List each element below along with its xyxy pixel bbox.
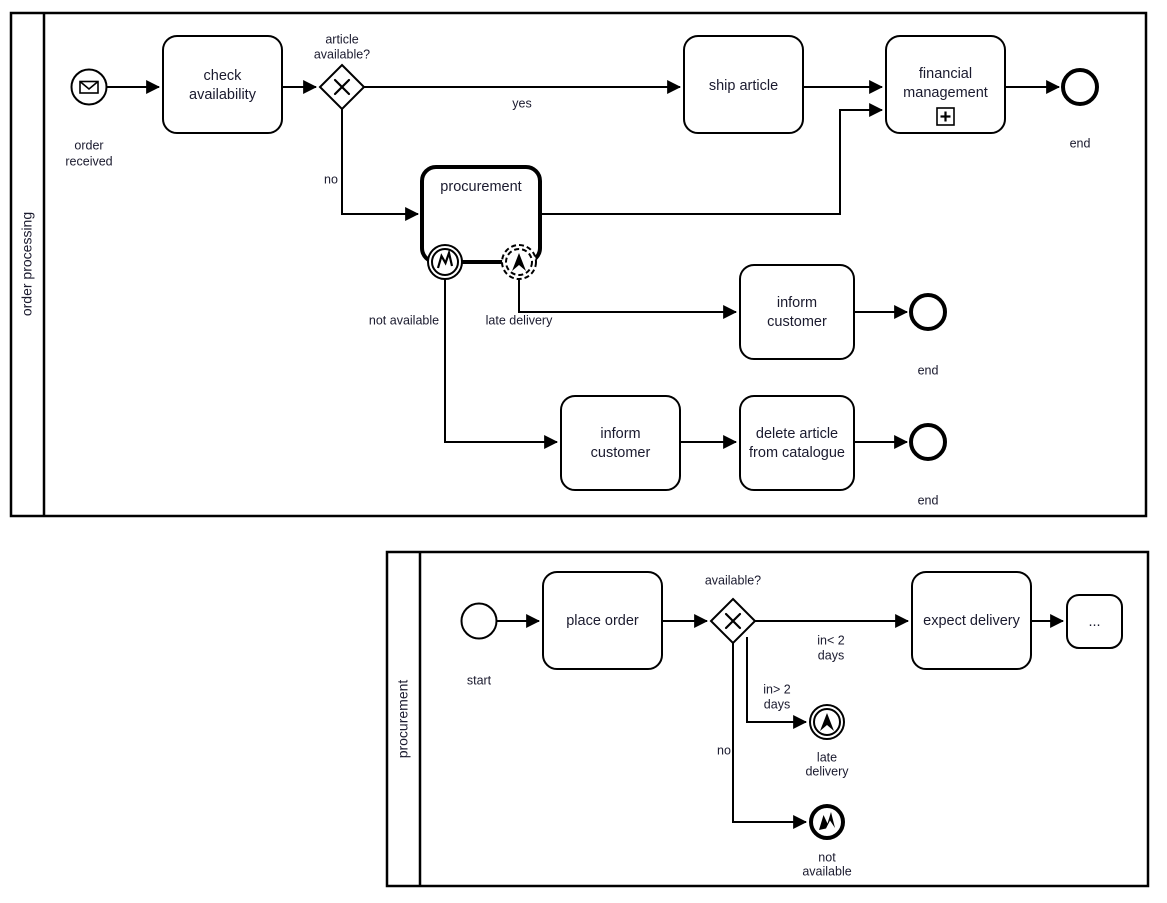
task-inform-late-label-line2: customer: [767, 314, 827, 330]
task-delete-article[interactable]: delete article from catalogue: [739, 395, 855, 491]
task-delete-article-rect: [739, 395, 855, 491]
task-delete-label-line1: delete article: [756, 426, 838, 442]
flow-label-in-gt-2-days-line1: in> 2: [763, 682, 791, 696]
task-place-order[interactable]: place order: [542, 571, 663, 670]
end-escalation-label-line2: delivery: [805, 764, 849, 778]
task-inform-customer-late[interactable]: inform customer: [739, 264, 855, 360]
task-ship-article-label: ship article: [709, 78, 778, 94]
start-event-order-received[interactable]: [70, 68, 108, 106]
subprocess-financial-label-line2: management: [903, 85, 988, 101]
end-event-main-circle: [1061, 68, 1099, 106]
plus-marker-icon: [936, 107, 955, 126]
end-event-error-not-available[interactable]: [809, 804, 845, 840]
procurement-start-event-circle: [460, 602, 498, 640]
task-inform-customer-na-rect: [560, 395, 681, 491]
subprocess-financial-label-line1: financial: [919, 66, 972, 82]
task-place-order-label: place order: [566, 613, 639, 629]
task-check-availability-rect: [162, 35, 283, 134]
call-activity-procurement-label: procurement: [440, 179, 521, 195]
end-event-na-circle: [909, 423, 947, 461]
end-event-na[interactable]: [909, 423, 947, 461]
end-error-circle: [809, 804, 845, 840]
end-event-late[interactable]: [909, 293, 947, 331]
boundary-error-label: not available: [369, 313, 439, 327]
end-event-main-label: end: [1070, 136, 1091, 150]
end-event-late-circle: [909, 293, 947, 331]
start-event-label-line2: received: [65, 154, 112, 168]
task-inform-late-label-line1: inform: [777, 295, 817, 311]
start-event-circle: [70, 68, 108, 106]
gateway-article-label-line1: article: [325, 32, 358, 46]
end-event-escalation-late-delivery[interactable]: [809, 704, 845, 740]
task-check-availability-label-line2: availability: [189, 87, 257, 103]
task-more-label: ...: [1088, 614, 1100, 630]
gateway-article-label-line2: available?: [314, 47, 370, 61]
task-check-availability-label-line1: check: [204, 68, 243, 84]
gateway-available-label: available?: [705, 573, 761, 587]
start-event-label-line1: order: [74, 138, 103, 152]
end-escalation-label-line1: late: [817, 750, 837, 764]
bpmn-diagram-canvas: order processing order received check av…: [0, 0, 1167, 903]
flow-label-no: no: [324, 172, 338, 186]
task-ship-article[interactable]: ship article: [683, 35, 804, 134]
task-inform-customer-na[interactable]: inform customer: [560, 395, 681, 491]
task-inform-na-label-line1: inform: [600, 426, 640, 442]
end-event-na-label: end: [918, 493, 939, 507]
boundary-escalation-label: late delivery: [486, 313, 553, 327]
flow-label-yes: yes: [512, 96, 531, 110]
bpmn-svg-root: order processing order received check av…: [9, 11, 1150, 888]
task-expect-delivery[interactable]: expect delivery: [911, 571, 1032, 670]
boundary-event-escalation-late-delivery[interactable]: [501, 244, 537, 280]
flow-label-in-gt-2-days-line2: days: [764, 697, 790, 711]
end-event-late-label: end: [918, 363, 939, 377]
task-check-availability[interactable]: check availability: [162, 35, 283, 134]
task-inform-customer-late-rect: [739, 264, 855, 360]
end-error-label-line1: not: [818, 850, 836, 864]
task-delete-label-line2: from catalogue: [749, 445, 845, 461]
boundary-event-error-not-available[interactable]: [427, 244, 463, 280]
flow-label-in-lt-2-days-line2: days: [818, 648, 844, 662]
procurement-start-event[interactable]: [460, 602, 498, 640]
end-error-label-line2: available: [802, 864, 851, 878]
end-event-main[interactable]: [1061, 68, 1099, 106]
procurement-start-event-label: start: [467, 673, 492, 687]
pool-procurement: procurement: [385, 550, 1150, 888]
pool-procurement-label: procurement: [395, 680, 411, 759]
pool-order-processing-label: order processing: [19, 212, 35, 316]
subprocess-financial-management[interactable]: financial management: [885, 35, 1006, 134]
task-inform-na-label-line2: customer: [591, 445, 651, 461]
flow-label-no-procurement: no: [717, 743, 731, 757]
pool-procurement-rect: [385, 550, 1150, 888]
task-more[interactable]: ...: [1066, 594, 1123, 649]
flow-label-in-lt-2-days-line1: in< 2: [817, 633, 845, 647]
task-expect-delivery-label: expect delivery: [923, 613, 1020, 629]
